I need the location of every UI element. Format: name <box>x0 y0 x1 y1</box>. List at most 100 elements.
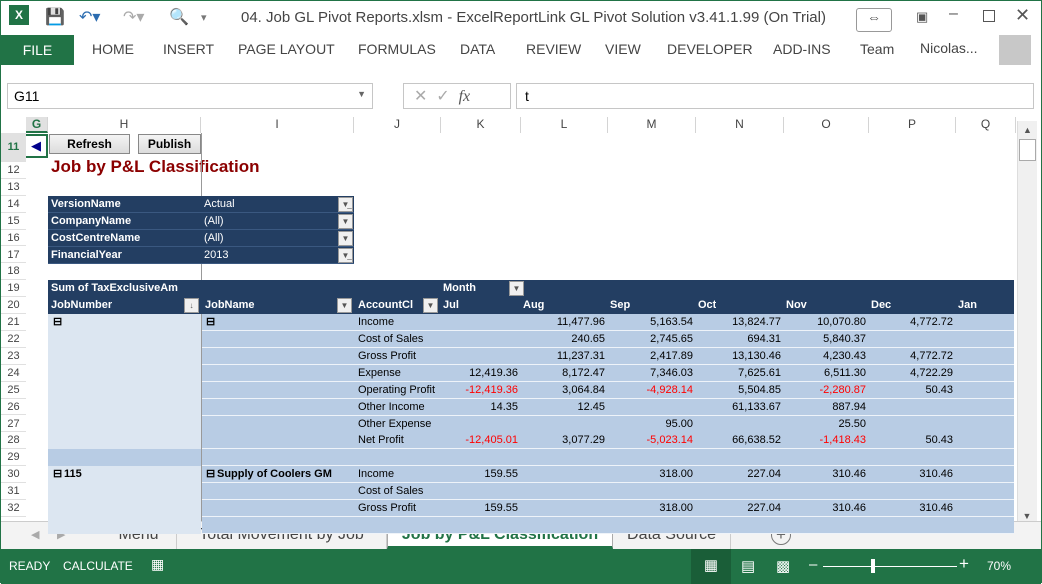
print-preview-icon[interactable]: 🔍 <box>169 7 189 27</box>
row-header-15[interactable]: 15 <box>1 212 26 230</box>
row-header-18[interactable]: 18 <box>1 263 26 281</box>
column-header-L[interactable]: L <box>521 117 608 133</box>
selected-cell-back-arrow-icon[interactable]: ◀ <box>24 134 48 158</box>
page-break-view-icon[interactable]: ▩ <box>776 557 790 575</box>
row-header-22[interactable]: 22 <box>1 331 26 348</box>
scroll-up-icon[interactable]: ▲ <box>1018 125 1037 135</box>
row-header-16[interactable]: 16 <box>1 229 26 247</box>
insert-function-icon[interactable]: fx <box>459 88 471 105</box>
filter-value-CostCentreName[interactable]: (All) <box>201 229 354 247</box>
column-header-J[interactable]: J <box>354 117 441 133</box>
maximize-icon[interactable] <box>983 10 995 22</box>
avatar[interactable] <box>999 35 1031 65</box>
collapse-jobname-icon[interactable]: ⊟ <box>206 314 215 330</box>
chevron-down-icon[interactable]: ▼ <box>338 230 353 246</box>
collapse-jobname-icon[interactable]: ⊟ <box>206 466 215 482</box>
tab-insert[interactable]: INSERT <box>163 41 214 57</box>
row-header-28[interactable]: 28 <box>1 432 26 450</box>
tab-data[interactable]: DATA <box>460 41 495 57</box>
row-header-20[interactable]: 20 <box>1 297 26 315</box>
close-icon[interactable]: ✕ <box>1015 5 1030 26</box>
chevron-down-icon[interactable]: ▼ <box>337 298 352 314</box>
column-header-P[interactable]: P <box>869 117 956 133</box>
row-header-14[interactable]: 14 <box>1 195 26 213</box>
row-header-24[interactable]: 24 <box>1 364 26 382</box>
column-header-I[interactable]: I <box>201 117 354 133</box>
vertical-scrollbar[interactable]: ▲ ▼ <box>1017 121 1037 523</box>
tab-file[interactable]: FILE <box>1 35 74 65</box>
status-calculate[interactable]: CALCULATE <box>63 559 133 573</box>
save-icon[interactable]: 💾 <box>45 7 65 27</box>
zoom-in-icon[interactable]: + <box>959 554 969 574</box>
page-layout-view-icon[interactable]: ▤ <box>741 557 755 575</box>
row-header-31[interactable]: 31 <box>1 483 26 500</box>
column-header-O[interactable]: O <box>784 117 869 133</box>
value-cell: 227.04 <box>747 502 781 514</box>
filter-value-CompanyName[interactable]: (All) <box>201 212 354 230</box>
scroll-tabs-left-icon[interactable]: ◀ <box>31 528 39 541</box>
filter-applied-icon[interactable]: ▼ <box>423 298 438 314</box>
publish-button[interactable]: Publish <box>138 134 201 154</box>
filter-value-VersionName[interactable]: Actual <box>201 195 354 213</box>
filter-applied-icon[interactable]: ▼̲ <box>338 196 353 212</box>
resize-icon[interactable]: ⇔ <box>856 8 892 32</box>
column-header-G[interactable]: G <box>26 117 48 133</box>
sort-icon[interactable]: ↓ <box>184 298 199 314</box>
collapse-job-icon[interactable]: ⊟ <box>53 314 62 330</box>
row-header-30[interactable]: 30 <box>1 466 26 484</box>
tab-developer[interactable]: DEVELOPER <box>667 41 753 57</box>
row-header-27[interactable]: 27 <box>1 415 26 433</box>
filter-applied-icon[interactable]: ▼̲ <box>338 247 353 263</box>
column-header-Q[interactable]: Q <box>956 117 1016 133</box>
column-header-M[interactable]: M <box>608 117 696 133</box>
minimize-icon[interactable]: – <box>949 5 958 23</box>
tab-team[interactable]: Team <box>860 41 894 57</box>
row-header-23[interactable]: 23 <box>1 347 26 365</box>
user-name[interactable]: Nicolas... <box>920 40 978 56</box>
zoom-slider[interactable] <box>823 566 957 567</box>
name-box[interactable]: G11 ▼ <box>7 83 373 109</box>
scroll-down-icon[interactable]: ▼ <box>1018 511 1036 521</box>
filter-value-FinancialYear[interactable]: 2013 <box>201 246 354 264</box>
row-band <box>202 449 1014 467</box>
enter-icon[interactable]: ✓ <box>436 88 449 105</box>
cancel-icon[interactable]: ✕ <box>414 88 427 105</box>
redo-icon[interactable]: ↷▾ <box>123 7 144 27</box>
row-header-29[interactable]: 29 <box>1 449 26 467</box>
normal-view-icon[interactable]: ▦ <box>691 549 731 584</box>
pivot-row-field-jobname: JobName <box>205 297 255 314</box>
tab-add-ins[interactable]: ADD-INS <box>773 41 831 57</box>
row-header-13[interactable]: 13 <box>1 178 26 196</box>
row-header-26[interactable]: 26 <box>1 398 26 416</box>
tab-review[interactable]: REVIEW <box>526 41 581 57</box>
tab-view[interactable]: VIEW <box>605 41 641 57</box>
zoom-slider-thumb[interactable] <box>871 559 875 573</box>
row-header-25[interactable]: 25 <box>1 381 26 399</box>
chevron-down-icon[interactable]: ▼ <box>338 213 353 229</box>
value-cell: 4,772.72 <box>910 349 953 362</box>
chevron-down-icon[interactable]: ▼ <box>357 89 366 99</box>
scroll-thumb[interactable] <box>1019 139 1036 161</box>
row-header-11[interactable]: 11 <box>1 133 26 162</box>
month-filter-dropdown[interactable]: ▼ <box>509 281 524 297</box>
column-header-K[interactable]: K <box>441 117 521 133</box>
row-header-32[interactable]: 32 <box>1 500 26 517</box>
column-header-H[interactable]: H <box>48 117 201 133</box>
zoom-out-icon[interactable]: – <box>809 556 817 573</box>
tab-page-layout[interactable]: PAGE LAYOUT <box>238 41 335 57</box>
macro-recording-icon[interactable]: ▦ <box>151 556 164 573</box>
undo-icon[interactable]: ↶▾ <box>79 7 100 27</box>
row-header-17[interactable]: 17 <box>1 246 26 264</box>
row-header-12[interactable]: 12 <box>1 162 26 179</box>
ribbon-display-options-icon[interactable]: ▣ <box>916 9 928 25</box>
row-header-21[interactable]: 21 <box>1 314 26 331</box>
collapse-job-icon[interactable]: ⊟ <box>53 466 62 482</box>
value-cell: 3,064.84 <box>562 383 605 396</box>
tab-formulas[interactable]: FORMULAS <box>358 41 436 57</box>
row-header-19[interactable]: 19 <box>1 280 26 298</box>
formula-input[interactable]: t <box>516 83 1034 109</box>
customize-toolbar-icon[interactable]: ▾ <box>201 11 207 24</box>
refresh-button[interactable]: Refresh <box>49 134 130 154</box>
column-header-N[interactable]: N <box>696 117 784 133</box>
tab-home[interactable]: HOME <box>92 41 134 57</box>
